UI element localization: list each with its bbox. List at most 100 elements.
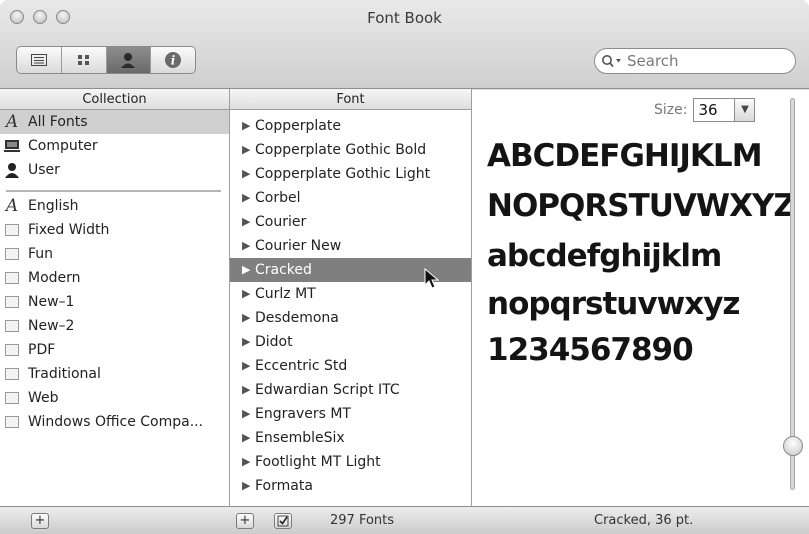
grid-view-icon	[77, 55, 89, 65]
disclosure-triangle-icon[interactable]: ▶	[242, 162, 255, 186]
font-item[interactable]: ▶ Formata	[230, 474, 471, 498]
validate-font-button[interactable]	[274, 513, 292, 529]
title-bar: Font Book i Search	[0, 0, 809, 89]
collection-item-fun[interactable]: Fun	[0, 242, 229, 266]
disclosure-triangle-icon[interactable]: ▶	[242, 282, 255, 306]
preview-sample-digits: 1234567890	[487, 332, 694, 368]
font-item[interactable]: ▶ Copperplate Gothic Bold	[230, 138, 471, 162]
book-icon	[4, 222, 20, 238]
info-icon: i	[165, 52, 182, 68]
disclosure-triangle-icon[interactable]: ▶	[242, 330, 255, 354]
size-slider-track[interactable]	[790, 98, 795, 490]
disclosure-triangle-icon[interactable]: ▶	[242, 378, 255, 402]
font-item[interactable]: ▶ Copperplate Gothic Light	[230, 162, 471, 186]
book-icon	[4, 318, 20, 334]
collection-item-all-fonts[interactable]: A All Fonts	[0, 110, 229, 134]
font-item[interactable]: ▶ Courier	[230, 210, 471, 234]
font-count: 297 Fonts	[330, 513, 395, 528]
font-item[interactable]: ▶ EnsembleSix	[230, 426, 471, 450]
preview-sample-lowercase-1: abcdefghijklm	[487, 238, 722, 274]
disclosure-triangle-icon[interactable]: ▶	[242, 186, 255, 210]
svg-text:i: i	[171, 54, 176, 68]
search-field[interactable]: Search	[594, 48, 796, 74]
size-label: Size:	[654, 102, 688, 118]
disclosure-triangle-icon[interactable]: ▶	[242, 234, 255, 258]
font-preview-pane: Size: 36 ▼ ABCDEFGHIJKLM NOPQRSTUVWXYZ a…	[472, 90, 809, 506]
size-control: Size: 36 ▼	[654, 98, 756, 122]
font-item[interactable]: ▶ Edwardian Script ITC	[230, 378, 471, 402]
mouse-cursor-icon	[424, 268, 440, 289]
book-icon	[4, 294, 20, 310]
book-icon	[4, 342, 20, 358]
computer-icon	[4, 138, 20, 154]
preview-sample-uppercase-2: NOPQRSTUVWXYZ	[487, 188, 796, 224]
collection-item-pdf[interactable]: PDF	[0, 338, 229, 362]
collection-item-web[interactable]: Web	[0, 386, 229, 410]
font-book-window: Font Book i Search Collection Font A All…	[0, 0, 809, 534]
disclosure-triangle-icon[interactable]: ▶	[242, 474, 255, 498]
disclosure-triangle-icon[interactable]: ▶	[242, 138, 255, 162]
collection-divider	[6, 182, 221, 192]
disclosure-triangle-icon[interactable]: ▶	[242, 402, 255, 426]
person-view-button[interactable]	[106, 47, 152, 73]
window-title: Font Book	[367, 9, 442, 27]
font-item[interactable]: ▶ Corbel	[230, 186, 471, 210]
font-header[interactable]: Font	[230, 89, 471, 110]
disclosure-triangle-icon[interactable]: ▶	[242, 210, 255, 234]
font-A-icon: A	[5, 196, 19, 216]
collection-item-windows-office[interactable]: Windows Office Compa...	[0, 410, 229, 434]
font-item[interactable]: ▶ Eccentric Std	[230, 354, 471, 378]
preview-sample-lowercase-2: nopqrstuvwxyz	[487, 286, 740, 322]
collection-item-computer[interactable]: Computer	[0, 134, 229, 158]
view-segmented-control: i	[16, 46, 196, 74]
book-icon	[4, 366, 20, 382]
font-item[interactable]: ▶ Engravers MT	[230, 402, 471, 426]
collection-item-traditional[interactable]: Traditional	[0, 362, 229, 386]
search-placeholder: Search	[627, 52, 679, 70]
book-icon	[4, 246, 20, 262]
book-icon	[4, 390, 20, 406]
list-view-button[interactable]	[17, 47, 62, 73]
checkbox-check-icon	[277, 515, 289, 527]
disclosure-triangle-icon[interactable]: ▶	[242, 450, 255, 474]
font-A-icon: A	[5, 112, 19, 132]
plus-icon: +	[239, 513, 251, 528]
add-font-button[interactable]: +	[236, 513, 254, 529]
preview-sample-uppercase-1: ABCDEFGHIJKLM	[487, 138, 763, 174]
font-item[interactable]: ▶ Didot	[230, 330, 471, 354]
book-icon	[4, 270, 20, 286]
font-item[interactable]: ▶ Courier New	[230, 234, 471, 258]
collection-list: A All Fonts Computer User A English Fixe…	[0, 110, 229, 506]
search-icon	[602, 55, 621, 68]
disclosure-triangle-icon[interactable]: ▶	[242, 258, 255, 282]
book-icon	[4, 414, 20, 430]
person-view-icon	[121, 53, 136, 68]
collection-item-fixed-width[interactable]: Fixed Width	[0, 218, 229, 242]
add-collection-button[interactable]: +	[31, 513, 49, 529]
collection-item-modern[interactable]: Modern	[0, 266, 229, 290]
collection-item-english[interactable]: A English	[0, 194, 229, 218]
grid-view-button[interactable]	[62, 47, 107, 73]
font-status: Cracked, 36 pt.	[594, 513, 694, 528]
info-button[interactable]: i	[151, 47, 195, 73]
size-input[interactable]: 36	[693, 98, 736, 122]
disclosure-triangle-icon[interactable]: ▶	[242, 354, 255, 378]
font-item[interactable]: ▶ Copperplate	[230, 114, 471, 138]
status-bar: + + 297 Fonts Cracked, 36 pt.	[0, 506, 809, 534]
collection-item-user[interactable]: User	[0, 158, 229, 182]
disclosure-triangle-icon[interactable]: ▶	[242, 114, 255, 138]
size-slider-knob[interactable]	[783, 436, 803, 456]
disclosure-triangle-icon[interactable]: ▶	[242, 306, 255, 330]
collection-item-new-2[interactable]: New–2	[0, 314, 229, 338]
collection-item-new-1[interactable]: New–1	[0, 290, 229, 314]
size-dropdown-button[interactable]: ▼	[735, 98, 756, 122]
font-list: ▶ Copperplate ▶ Copperplate Gothic Bold ▶ C…	[230, 110, 471, 506]
list-view-icon	[30, 54, 47, 66]
collection-header[interactable]: Collection	[0, 89, 229, 110]
plus-icon: +	[34, 513, 46, 528]
chevron-down-icon: ▼	[741, 104, 749, 115]
font-item[interactable]: ▶ Footlight MT Light	[230, 450, 471, 474]
user-icon	[4, 162, 20, 178]
font-item[interactable]: ▶ Desdemona	[230, 306, 471, 330]
disclosure-triangle-icon[interactable]: ▶	[242, 426, 255, 450]
